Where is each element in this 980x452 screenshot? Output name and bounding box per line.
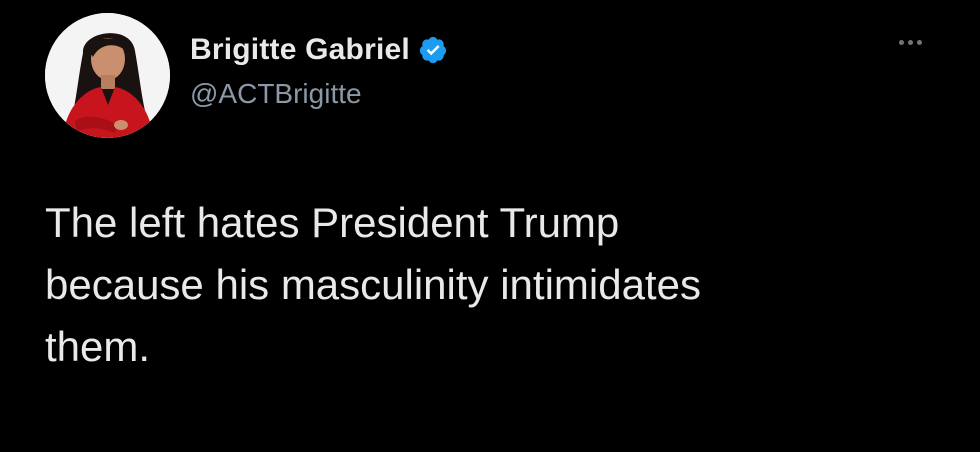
avatar[interactable] [45,13,170,138]
more-dot [916,39,922,45]
profile-photo-icon [45,13,170,138]
more-dot [907,39,913,45]
tweet-text: The left hates President Trump because h… [45,199,701,370]
more-options-icon[interactable] [890,30,930,54]
author-name-row: Brigitte Gabriel [190,30,448,70]
verified-badge-icon [418,35,448,65]
author-handle[interactable]: @ACTBrigitte [190,78,362,110]
tweet-card: Brigitte Gabriel @ACTBrigitte The left h… [0,0,980,452]
more-dot [898,39,904,45]
author-display-name[interactable]: Brigitte Gabriel [190,33,410,67]
